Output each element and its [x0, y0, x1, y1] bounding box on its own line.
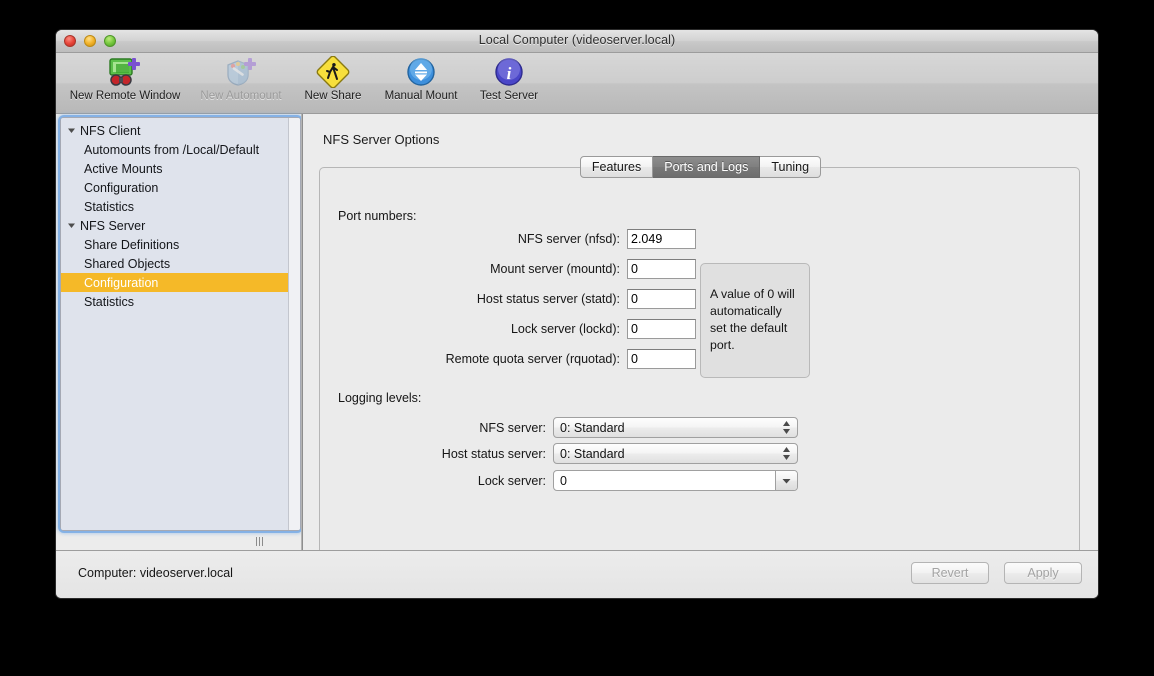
toolbar-label: New Remote Window — [69, 90, 181, 102]
toolbar-label: New Automount — [200, 90, 282, 102]
field-row-log-nfs-server: NFS server: 0: Standard — [291, 417, 798, 438]
navigation-tree[interactable]: NFS Client Automounts from /Local/Defaul… — [60, 117, 301, 531]
tab-label: Features — [591, 160, 642, 174]
stepper-arrows-icon — [783, 444, 790, 463]
sidebar-item-server-share-definitions[interactable]: Share Definitions — [61, 235, 300, 254]
mountd-port-input[interactable]: 0 — [627, 258, 696, 279]
sidebar-item-server-shared-objects[interactable]: Shared Objects — [61, 254, 300, 273]
tree-item-label: Statistics — [84, 294, 135, 309]
field-row-statd: Host status server (statd): 0 — [365, 288, 696, 309]
sidebar-item-server-configuration[interactable]: Configuration — [61, 273, 300, 292]
page-title: NFS Server Options — [323, 132, 440, 147]
tree-item-label: Active Mounts — [84, 161, 163, 176]
title-bar: Local Computer (videoserver.local) — [56, 30, 1098, 53]
sidebar-item-client-automounts[interactable]: Automounts from /Local/Default — [61, 140, 300, 159]
field-label: NFS server (nfsd): — [517, 231, 620, 246]
field-label: Remote quota server (rquotad): — [445, 351, 620, 366]
host-status-log-level-popup[interactable]: 0: Standard — [553, 443, 798, 464]
rquotad-port-input[interactable]: 0 — [627, 348, 696, 369]
tree-item-label: Share Definitions — [84, 237, 180, 252]
tab-tuning[interactable]: Tuning — [760, 156, 822, 178]
button-label: Apply — [1027, 566, 1059, 580]
tree-group-nfs-server[interactable]: NFS Server — [61, 216, 300, 235]
status-bar: Computer: videoserver.local Revert Apply — [56, 550, 1098, 598]
tree-item-label: Statistics — [84, 199, 135, 214]
tab-panel: Port numbers: NFS server (nfsd): 2.049 M… — [319, 167, 1080, 598]
detail-pane: NFS Server Options Features Ports and Lo… — [303, 114, 1098, 598]
application-window: Local Computer (videoserver.local) New R… — [56, 30, 1098, 598]
tree-content: NFS Client Automounts from /Local/Defaul… — [61, 118, 300, 311]
statd-port-input[interactable]: 0 — [627, 288, 696, 309]
field-row-rquotad: Remote quota server (rquotad): 0 — [365, 348, 696, 369]
toolbar-button-new-share[interactable]: New Share — [294, 56, 372, 102]
sidebar-resize-grip[interactable] — [252, 534, 266, 548]
lock-server-log-level-combobox[interactable]: 0 — [553, 470, 798, 491]
toolbar-button-test-server[interactable]: i Test Server — [470, 56, 548, 102]
chevron-down-icon[interactable] — [67, 221, 78, 230]
window-body: NFS Client Automounts from /Local/Defaul… — [56, 114, 1098, 598]
sidebar-scrollbar[interactable] — [288, 118, 300, 530]
sidebar-item-client-configuration[interactable]: Configuration — [61, 178, 300, 197]
field-row-log-lock-server: Lock server: 0 — [291, 470, 798, 491]
button-label: Revert — [931, 566, 969, 580]
info-icon: i — [492, 56, 526, 88]
toolbar-label: New Share — [304, 90, 362, 102]
field-label: Host status server: — [441, 446, 546, 461]
port-numbers-heading: Port numbers: — [338, 209, 417, 223]
nfsd-port-input[interactable]: 2.049 — [627, 228, 696, 249]
svg-text:i: i — [507, 64, 512, 83]
computer-status-label: Computer: videoserver.local — [78, 566, 233, 580]
logging-levels-heading: Logging levels: — [338, 391, 422, 405]
tree-group-nfs-client[interactable]: NFS Client — [61, 121, 300, 140]
share-sign-icon — [316, 56, 350, 88]
nfs-server-log-level-popup[interactable]: 0: Standard — [553, 417, 798, 438]
tree-item-label: Configuration — [84, 180, 159, 195]
field-label: Lock server (lockd): — [510, 321, 620, 336]
field-label: Mount server (mountd): — [490, 261, 620, 276]
popup-value: 0: Standard — [560, 420, 625, 435]
field-row-mountd: Mount server (mountd): 0 — [365, 258, 696, 279]
automount-icon — [224, 56, 258, 88]
lockd-port-input[interactable]: 0 — [627, 318, 696, 339]
window-title: Local Computer (videoserver.local) — [478, 33, 676, 47]
field-label: NFS server: — [479, 420, 546, 435]
tree-group-label: NFS Client — [80, 123, 141, 138]
tab-bar: Features Ports and Logs Tuning — [303, 156, 1098, 178]
toolbar-button-manual-mount[interactable]: Manual Mount — [372, 56, 470, 102]
popup-value: 0: Standard — [560, 446, 625, 461]
tree-item-label: Shared Objects — [84, 256, 171, 271]
port-help-text: A value of 0 will automatically set the … — [700, 263, 810, 378]
chevron-down-icon[interactable] — [67, 126, 78, 135]
toolbar: New Remote Window New Automount New Shar… — [56, 53, 1098, 114]
sidebar-item-server-statistics[interactable]: Statistics — [61, 292, 300, 311]
toolbar-button-new-automount[interactable]: New Automount — [188, 56, 294, 102]
sidebar-item-client-statistics[interactable]: Statistics — [61, 197, 300, 216]
field-label: Lock server: — [477, 473, 546, 488]
revert-button[interactable]: Revert — [911, 562, 989, 584]
tab-label: Ports and Logs — [664, 160, 749, 174]
sidebar-item-client-active-mounts[interactable]: Active Mounts — [61, 159, 300, 178]
toolbar-label: Test Server — [479, 90, 539, 102]
tree-item-label: Automounts from /Local/Default — [84, 142, 260, 157]
tab-features[interactable]: Features — [579, 156, 654, 178]
combobox-value: 0 — [560, 473, 567, 488]
chevron-down-icon[interactable] — [775, 471, 797, 490]
field-label: Host status server (statd): — [476, 291, 620, 306]
toolbar-button-new-remote-window[interactable]: New Remote Window — [62, 56, 188, 102]
tree-item-label: Configuration — [84, 275, 159, 290]
field-row-lockd: Lock server (lockd): 0 — [365, 318, 696, 339]
apply-button[interactable]: Apply — [1004, 562, 1082, 584]
tree-group-label: NFS Server — [80, 218, 146, 233]
mount-icon — [404, 56, 438, 88]
field-row-nfsd: NFS server (nfsd): 2.049 — [365, 228, 696, 249]
remote-window-icon — [108, 56, 142, 88]
toolbar-label: Manual Mount — [384, 90, 458, 102]
tab-label: Tuning — [771, 160, 810, 174]
sidebar-container: NFS Client Automounts from /Local/Defaul… — [60, 117, 301, 531]
tab-ports-and-logs[interactable]: Ports and Logs — [653, 156, 761, 178]
stepper-arrows-icon — [783, 418, 790, 437]
field-row-log-host-status: Host status server: 0: Standard — [291, 443, 798, 464]
